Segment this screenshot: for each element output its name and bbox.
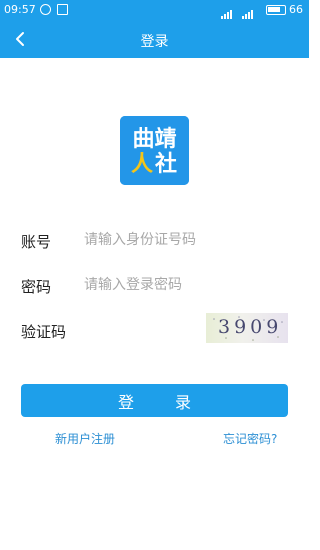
password-input[interactable] xyxy=(84,274,284,296)
app-logo: 曲靖 人 社 xyxy=(120,116,189,185)
account-label: 账号 xyxy=(21,233,52,251)
app-bar: 登录 xyxy=(0,20,309,58)
logo-text-top: 曲靖 xyxy=(132,126,176,152)
password-label: 密码 xyxy=(21,278,52,296)
captcha-label: 验证码 xyxy=(21,323,67,341)
password-row: 密码 xyxy=(0,270,309,300)
account-row: 账号 xyxy=(0,225,309,255)
page-title: 登录 xyxy=(140,34,169,50)
status-time: 09:57 xyxy=(4,3,36,16)
logo-mark: 人 xyxy=(131,152,153,177)
captcha-code: 3909 xyxy=(218,316,283,338)
account-input[interactable] xyxy=(84,229,284,251)
signal-strength-icon xyxy=(221,6,239,19)
battery-level: 66 xyxy=(289,3,303,16)
logo-text-bottom: 社 xyxy=(155,151,177,177)
chat-notification-icon xyxy=(40,4,51,15)
register-link[interactable]: 新用户注册 xyxy=(55,430,115,447)
login-button[interactable]: 登 录 xyxy=(21,384,288,417)
captcha-image[interactable]: 3909 xyxy=(206,313,288,343)
battery-icon xyxy=(266,5,286,15)
status-bar: 09:57 66 xyxy=(0,0,309,20)
forgot-password-link[interactable]: 忘记密码? xyxy=(223,430,277,447)
image-notification-icon xyxy=(57,4,68,15)
signal-strength-icon xyxy=(242,6,260,19)
